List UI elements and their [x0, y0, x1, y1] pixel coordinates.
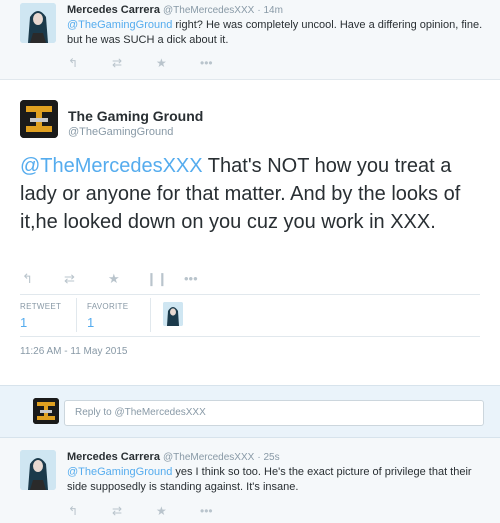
main-tweet-text: @TheMercedesXXX That's NOT how you treat…	[20, 152, 485, 236]
tweet-text: @TheGamingGround right? He was completel…	[67, 18, 487, 48]
reply-icon[interactable]: ↰	[22, 272, 33, 286]
main-user-avatar[interactable]	[20, 100, 58, 138]
tweet-text: @TheGamingGround yes I think so too. He'…	[67, 465, 487, 495]
mention-link[interactable]: @TheMercedesXXX	[20, 155, 203, 177]
tweet-item[interactable]: Mercedes Carrera @TheMercedesXXX · 14m @…	[0, 0, 500, 80]
bar-chart-icon[interactable]: ❙❙	[146, 272, 168, 286]
reply-icon[interactable]: ↰	[68, 504, 78, 518]
tweet-time[interactable]: · 25s	[257, 452, 279, 463]
star-icon[interactable]: ★	[156, 504, 167, 518]
tweet-date[interactable]: 11:26 AM - 11 May 2015	[20, 346, 127, 357]
star-icon[interactable]: ★	[156, 56, 167, 70]
more-icon[interactable]: •••	[200, 504, 213, 518]
divider	[20, 294, 480, 295]
more-icon[interactable]: •••	[184, 272, 198, 286]
user-handle[interactable]: @TheMercedesXXX	[163, 5, 254, 16]
stat-separator	[76, 298, 77, 332]
tweet-header: Mercedes Carrera @TheMercedesXXX · 25s	[67, 451, 280, 463]
main-user-handle[interactable]: @TheGamingGround	[68, 126, 173, 138]
retweet-icon[interactable]: ⇄	[64, 272, 75, 286]
favorite-label: FAVORITE	[87, 302, 129, 311]
favoriter-avatar[interactable]	[163, 302, 183, 326]
stat-separator	[150, 298, 151, 332]
mention-link[interactable]: @TheGamingGround	[67, 466, 172, 478]
tweet-item[interactable]: Mercedes Carrera @TheMercedesXXX · 25s @…	[0, 438, 500, 523]
tweet-time[interactable]: · 14m	[257, 5, 283, 16]
reply-bar: Reply to @TheMercedesXXX	[0, 385, 500, 438]
main-tweet: The Gaming Ground @TheGamingGround @TheM…	[0, 80, 500, 385]
retweet-count[interactable]: 1	[20, 315, 27, 330]
retweet-label: RETWEET	[20, 302, 62, 311]
user-avatar[interactable]	[20, 3, 56, 43]
reply-icon[interactable]: ↰	[68, 56, 78, 70]
more-icon[interactable]: •••	[200, 56, 213, 70]
reply-input[interactable]: Reply to @TheMercedesXXX	[64, 400, 484, 426]
user-name[interactable]: Mercedes Carrera	[67, 4, 160, 16]
retweet-icon[interactable]: ⇄	[112, 56, 122, 70]
divider	[20, 336, 480, 337]
mention-link[interactable]: @TheGamingGround	[67, 19, 172, 31]
user-handle[interactable]: @TheMercedesXXX	[163, 452, 254, 463]
tweet-header: Mercedes Carrera @TheMercedesXXX · 14m	[67, 4, 283, 16]
reply-user-avatar	[33, 398, 59, 424]
user-name[interactable]: Mercedes Carrera	[67, 451, 160, 463]
main-user-name[interactable]: The Gaming Ground	[68, 108, 203, 124]
retweet-icon[interactable]: ⇄	[112, 504, 122, 518]
star-icon[interactable]: ★	[108, 272, 120, 286]
favorite-count[interactable]: 1	[87, 315, 94, 330]
user-avatar[interactable]	[20, 450, 56, 490]
